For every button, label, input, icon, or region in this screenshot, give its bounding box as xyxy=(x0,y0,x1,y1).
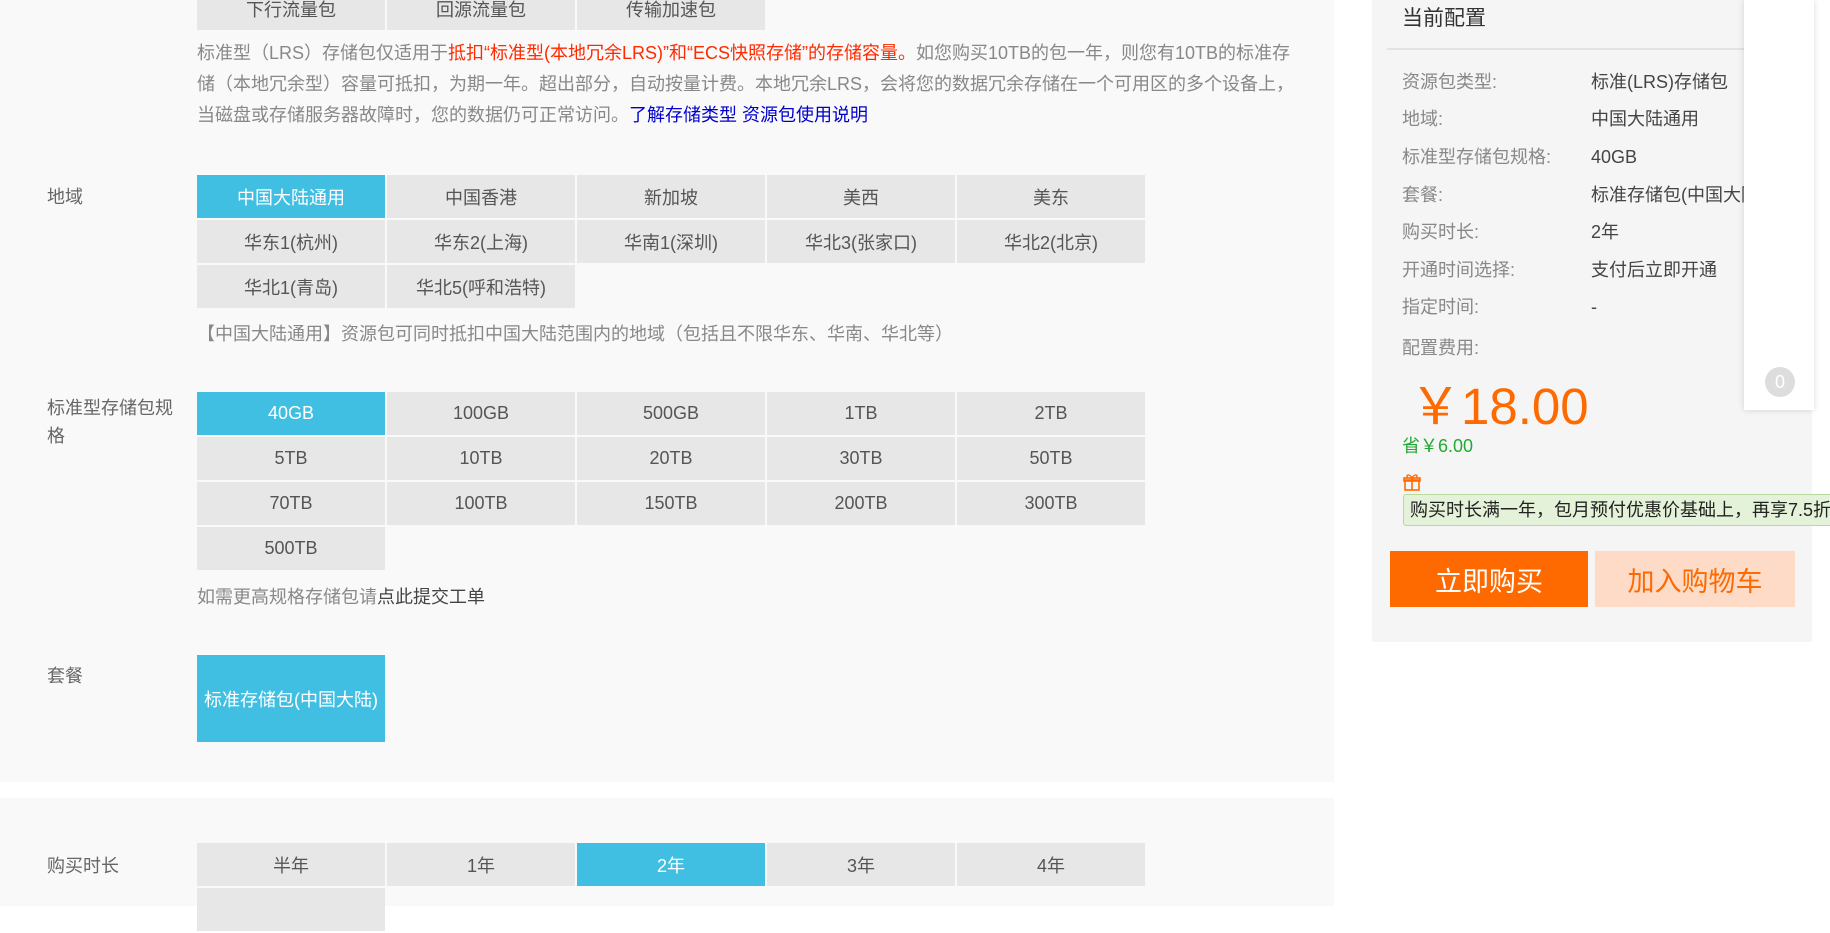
sidebar-divider xyxy=(1387,48,1787,50)
region-option[interactable]: 华北3(张家口) xyxy=(767,220,955,263)
fee-label-text: 配置费用: xyxy=(1402,338,1480,358)
config-panel: 下行流量包 回源流量包 传输加速包 标准型（LRS）存储包仅适用于抵扣“标准型(… xyxy=(0,0,1334,782)
config-key: 购买时长: xyxy=(1402,222,1480,242)
config-key: 套餐: xyxy=(1402,185,1444,205)
region-note: 【中国大陆通用】资源包可同时抵扣中国大陆范围内的地域（包括且不限华东、华南、华北… xyxy=(197,324,953,344)
config-value: 40GB xyxy=(1591,147,1638,167)
spec-option[interactable]: 70TB xyxy=(197,482,385,525)
duration-option[interactable]: 半年 xyxy=(197,843,385,886)
spec-option[interactable]: 100TB xyxy=(387,482,575,525)
region-option[interactable]: 华北5(呼和浩特) xyxy=(387,265,575,308)
spec-option[interactable]: 300TB xyxy=(957,482,1145,525)
storage-type-link[interactable]: 了解存储类型 xyxy=(629,105,737,125)
region-option[interactable]: 华北2(北京) xyxy=(957,220,1145,263)
region-option[interactable]: 华东1(杭州) xyxy=(197,220,385,263)
spec-option-selected[interactable]: 40GB xyxy=(197,392,385,435)
spec-label-line2: 格 xyxy=(47,426,65,446)
duration-options: 半年 1年 2年 3年 4年 xyxy=(197,843,1147,933)
spec-option[interactable]: 200TB xyxy=(767,482,955,525)
region-option[interactable]: 华东2(上海) xyxy=(387,220,575,263)
config-value: 标准存储包(中国大陆) xyxy=(1591,185,1761,205)
cart-count-badge[interactable]: 0 xyxy=(1765,367,1795,397)
type-option[interactable]: 传输加速包 xyxy=(577,0,765,30)
usage-guide-link[interactable]: 资源包使用说明 xyxy=(742,105,868,125)
duration-panel: 购买时长 半年 1年 2年 3年 4年 xyxy=(0,798,1334,931)
price: ￥18.00 xyxy=(1410,378,1589,435)
config-key: 开通时间选择: xyxy=(1402,260,1516,280)
floating-toolbar: 0 xyxy=(1744,0,1814,410)
spec-option[interactable]: 5TB xyxy=(197,437,385,480)
type-option[interactable]: 回源流量包 xyxy=(387,0,575,30)
config-key: 资源包类型: xyxy=(1402,72,1498,92)
config-value: 支付后立即开通 xyxy=(1591,260,1717,280)
buy-now-button[interactable]: 立即购买 xyxy=(1390,551,1588,607)
region-option-selected[interactable]: 中国大陆通用 xyxy=(197,175,385,218)
config-key: 标准型存储包规格: xyxy=(1402,147,1552,167)
spec-option[interactable]: 100GB xyxy=(387,392,575,435)
spec-option[interactable]: 30TB xyxy=(767,437,955,480)
spec-option[interactable]: 2TB xyxy=(957,392,1145,435)
spec-option[interactable]: 500TB xyxy=(197,527,385,570)
duration-option-partial[interactable] xyxy=(197,888,385,931)
region-option[interactable]: 美东 xyxy=(957,175,1145,218)
spec-option[interactable]: 10TB xyxy=(387,437,575,480)
region-label: 地域 xyxy=(47,187,83,207)
type-desc-text: 标准型（LRS）存储包仅适用于 xyxy=(197,43,449,63)
config-value: 标准(LRS)存储包 xyxy=(1591,72,1729,92)
region-option[interactable]: 中国香港 xyxy=(387,175,575,218)
spec-option[interactable]: 20TB xyxy=(577,437,765,480)
duration-option[interactable]: 4年 xyxy=(957,843,1145,886)
spec-option[interactable]: 500GB xyxy=(577,392,765,435)
duration-option-selected[interactable]: 2年 xyxy=(577,843,765,886)
duration-label: 购买时长 xyxy=(47,856,119,876)
config-key: 地域: xyxy=(1402,109,1444,129)
add-to-cart-button[interactable]: 加入购物车 xyxy=(1595,551,1795,607)
config-value: 中国大陆通用 xyxy=(1591,109,1699,129)
type-option[interactable]: 下行流量包 xyxy=(197,0,385,30)
spec-label: 标准型存储包规 格 xyxy=(47,394,173,450)
package-label: 套餐 xyxy=(47,666,83,686)
spec-label-line1: 标准型存储包规 xyxy=(47,398,173,418)
region-options: 中国大陆通用 中国香港 新加坡 美西 美东 华东1(杭州) 华东2(上海) 华南… xyxy=(197,175,1147,310)
config-key: 指定时间: xyxy=(1402,297,1480,317)
duration-option[interactable]: 3年 xyxy=(767,843,955,886)
type-options: 下行流量包 回源流量包 传输加速包 xyxy=(197,0,767,32)
config-value: - xyxy=(1591,297,1597,317)
duration-option[interactable]: 1年 xyxy=(387,843,575,886)
sidebar-title: 当前配置 xyxy=(1402,7,1486,30)
submit-ticket-link[interactable]: 点此提交工单 xyxy=(377,587,485,607)
region-option[interactable]: 华北1(青岛) xyxy=(197,265,385,308)
region-option[interactable]: 华南1(深圳) xyxy=(577,220,765,263)
spec-note: 如需更高规格存储包请点此提交工单 xyxy=(197,582,485,613)
spec-options: 40GB 100GB 500GB 1TB 2TB 5TB 10TB 20TB 3… xyxy=(197,392,1147,572)
config-value: 2年 xyxy=(1591,222,1620,242)
type-desc-highlight: 抵扣“标准型(本地冗余LRS)”和“ECS快照存储”的存储容量。 xyxy=(448,43,917,63)
promo-banner: 购买时长满一年，包月预付优惠价基础上，再享7.5折 xyxy=(1403,494,1830,526)
spec-note-text: 如需更高规格存储包请 xyxy=(197,587,377,607)
saving-text: 省￥6.00 xyxy=(1402,436,1474,456)
region-option[interactable]: 美西 xyxy=(767,175,955,218)
spec-option[interactable]: 150TB xyxy=(577,482,765,525)
type-description: 标准型（LRS）存储包仅适用于抵扣“标准型(本地冗余LRS)”和“ECS快照存储… xyxy=(197,38,1307,131)
package-option-selected[interactable]: 标准存储包(中国大陆) xyxy=(197,655,385,742)
region-option[interactable]: 新加坡 xyxy=(577,175,765,218)
gift-icon xyxy=(1403,474,1421,491)
spec-option[interactable]: 1TB xyxy=(767,392,955,435)
spec-option[interactable]: 50TB xyxy=(957,437,1145,480)
